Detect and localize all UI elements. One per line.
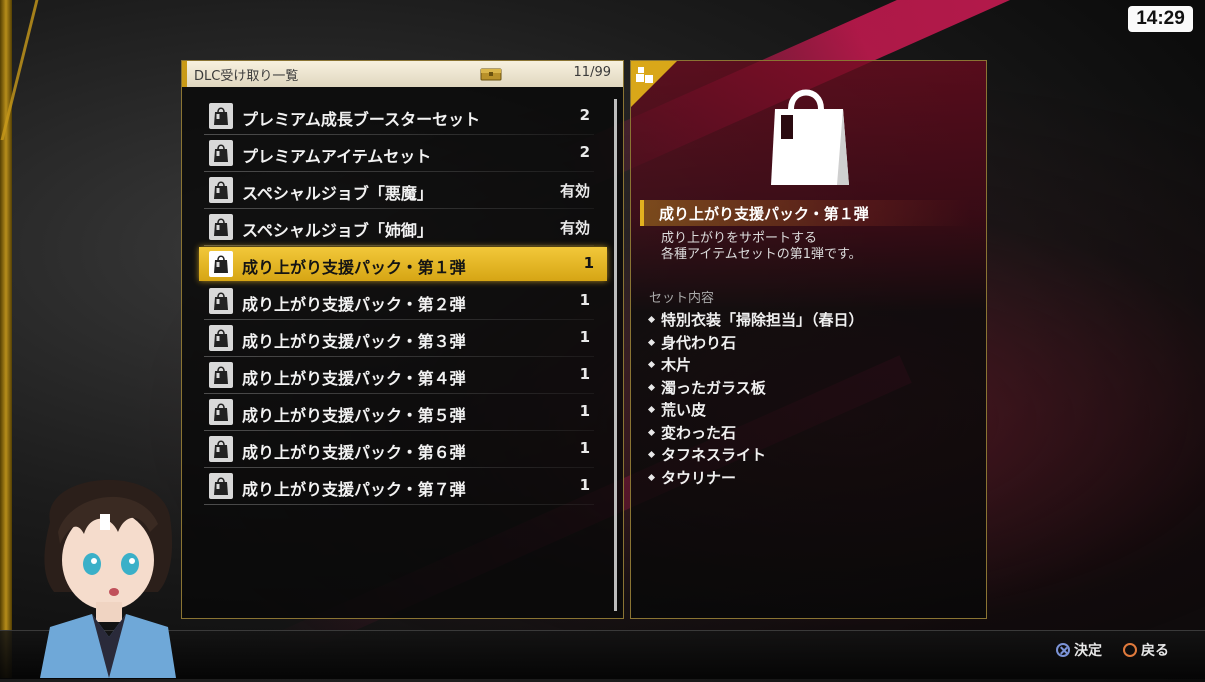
clock: 14:29	[1128, 6, 1193, 32]
bag-icon	[209, 177, 233, 203]
dlc-item-quantity: 2	[579, 106, 590, 124]
dlc-item-quantity: 1	[583, 254, 594, 272]
confirm-hint[interactable]: 決定	[1056, 640, 1102, 660]
dlc-list-item[interactable]: プレミアム成長ブースターセット 2	[204, 98, 594, 135]
dlc-item-name: 成り上がり支援パック・第４弾	[242, 369, 466, 388]
dlc-list-item[interactable]: 成り上がり支援パック・第２弾 1	[204, 283, 594, 320]
bullet-diamond-icon	[647, 428, 656, 436]
dlc-item-quantity: 1	[579, 476, 590, 494]
bag-icon	[209, 288, 233, 314]
set-content-item: タフネスライト	[647, 444, 864, 467]
confirm-label: 決定	[1074, 643, 1102, 659]
back-label: 戻る	[1141, 643, 1169, 659]
dlc-list-item[interactable]: 成り上がり支援パック・第７弾 1	[204, 468, 594, 505]
bag-icon	[209, 362, 233, 388]
set-content-text: 特別衣装「掃除担当」（春日）	[661, 311, 864, 329]
detail-gold-tab	[640, 200, 644, 226]
dlc-list-item[interactable]: プレミアムアイテムセット 2	[204, 135, 594, 172]
dlc-item-name: 成り上がり支援パック・第２弾	[242, 295, 466, 314]
dlc-item-quantity: 1	[579, 439, 590, 457]
bag-icon	[209, 103, 233, 129]
bottom-hint-bar	[0, 630, 1205, 679]
set-content-item: 変わった石	[647, 422, 864, 445]
dlc-item-name: プレミアムアイテムセット	[242, 147, 432, 166]
set-content-item: 濁ったガラス板	[647, 377, 864, 400]
dlc-item-quantity: 有効	[559, 182, 590, 200]
list-title: DLC受け取り一覧	[194, 69, 299, 84]
set-content-text: 荒い皮	[661, 401, 707, 419]
description-line: 成り上がりをサポートする	[661, 231, 818, 246]
circle-button-icon	[1123, 643, 1137, 657]
dlc-item-name: プレミアム成長ブースターセット	[242, 110, 481, 129]
cross-button-icon	[1056, 643, 1070, 657]
dlc-item-name: 成り上がり支援パック・第５弾	[242, 406, 466, 425]
list-header: DLC受け取り一覧 11/99	[182, 61, 623, 87]
dlc-list-item[interactable]: 成り上がり支援パック・第３弾 1	[204, 320, 594, 357]
set-content-text: 変わった石	[661, 423, 737, 442]
bag-icon	[209, 399, 233, 425]
bag-icon	[209, 140, 233, 166]
detail-title: 成り上がり支援パック・第１弾	[659, 205, 869, 223]
header-gold-tab	[182, 61, 187, 87]
dlc-item-quantity: 1	[579, 365, 590, 383]
back-hint[interactable]: 戻る	[1123, 640, 1169, 660]
dlc-item-quantity: 1	[579, 291, 590, 309]
set-content-text: 身代わり石	[661, 333, 737, 352]
dlc-item-name: 成り上がり支援パック・第７弾	[242, 480, 466, 499]
dlc-item-name: 成り上がり支援パック・第１弾	[242, 258, 466, 277]
set-content-text: タフネスライト	[661, 446, 767, 464]
set-content-item: 荒い皮	[647, 399, 864, 422]
dlc-item-quantity: 有効	[559, 219, 590, 237]
bullet-diamond-icon	[647, 360, 656, 369]
dlc-item-quantity: 1	[579, 402, 590, 420]
set-content-text: 濁ったガラス板	[661, 378, 766, 397]
item-count: 11/99	[573, 65, 611, 80]
dlc-item-name: スペシャルジョブ「悪魔」	[242, 184, 433, 203]
dlc-list-panel: DLC受け取り一覧 11/99 プレミアム成長ブースターセット 2 プレミアムアイテ…	[181, 60, 624, 619]
chest-icon	[480, 66, 502, 81]
bag-icon	[209, 473, 233, 499]
dlc-list-item[interactable]: 成り上がり支援パック・第５弾 1	[204, 394, 594, 431]
description-line: 各種アイテムセットの第1弾です。	[661, 247, 862, 262]
set-content-item: 特別衣装「掃除担当」（春日）	[647, 309, 864, 332]
bullet-diamond-icon	[647, 338, 656, 346]
bullet-diamond-icon	[647, 450, 656, 459]
dlc-item-name: 成り上がり支援パック・第３弾	[242, 332, 466, 351]
detail-description: 成り上がりをサポートする 各種アイテムセットの第1弾です。	[661, 231, 862, 263]
dlc-list: プレミアム成長ブースターセット 2 プレミアムアイテムセット 2 スペシャルジョブ「悪魔…	[199, 98, 614, 505]
row-separator	[204, 245, 594, 246]
vtuber-avatar	[30, 462, 180, 678]
detail-title-bar: 成り上がり支援パック・第１弾	[640, 200, 970, 226]
bullet-diamond-icon	[647, 383, 656, 391]
set-content-text: タウリナー	[661, 468, 737, 487]
dlc-item-name: スペシャルジョブ「姉御」	[242, 221, 433, 240]
set-contents-list: 特別衣装「掃除担当」（春日） 身代わり石木片濁ったガラス板 荒い皮変わった石タフネス…	[647, 309, 864, 490]
shopping-bag-icon	[767, 79, 851, 193]
set-content-item: 木片	[647, 354, 864, 377]
bag-icon	[209, 436, 233, 462]
dlc-item-name: 成り上がり支援パック・第６弾	[242, 443, 466, 462]
dlc-list-item[interactable]: 成り上がり支援パック・第４弾 1	[204, 357, 594, 394]
set-content-item: 身代わり石	[647, 332, 864, 355]
dlc-item-quantity: 1	[579, 328, 590, 346]
dlc-list-item[interactable]: スペシャルジョブ「悪魔」 有効	[204, 172, 594, 209]
bag-icon	[209, 325, 233, 351]
bag-icon	[209, 214, 233, 240]
row-separator	[204, 504, 594, 505]
dlc-list-item[interactable]: スペシャルジョブ「姉御」 有効	[204, 209, 594, 246]
dlc-item-quantity: 2	[579, 143, 590, 161]
dlc-list-item[interactable]: 成り上がり支援パック・第６弾 1	[204, 431, 594, 468]
bullet-diamond-icon	[647, 473, 656, 481]
set-content-item: タウリナー	[647, 467, 864, 490]
set-contents-label: セット内容	[649, 291, 715, 306]
set-content-text: 木片	[661, 356, 692, 374]
bullet-diamond-icon	[647, 405, 656, 414]
bag-icon	[209, 251, 233, 277]
dlc-list-item[interactable]: 成り上がり支援パック・第１弾 1	[199, 247, 607, 281]
detail-panel: 成り上がり支援パック・第１弾 成り上がりをサポートする 各種アイテムセットの第1…	[630, 60, 987, 619]
bullet-diamond-icon	[647, 315, 656, 324]
items-icon	[635, 65, 655, 85]
scrollbar[interactable]	[614, 99, 617, 611]
